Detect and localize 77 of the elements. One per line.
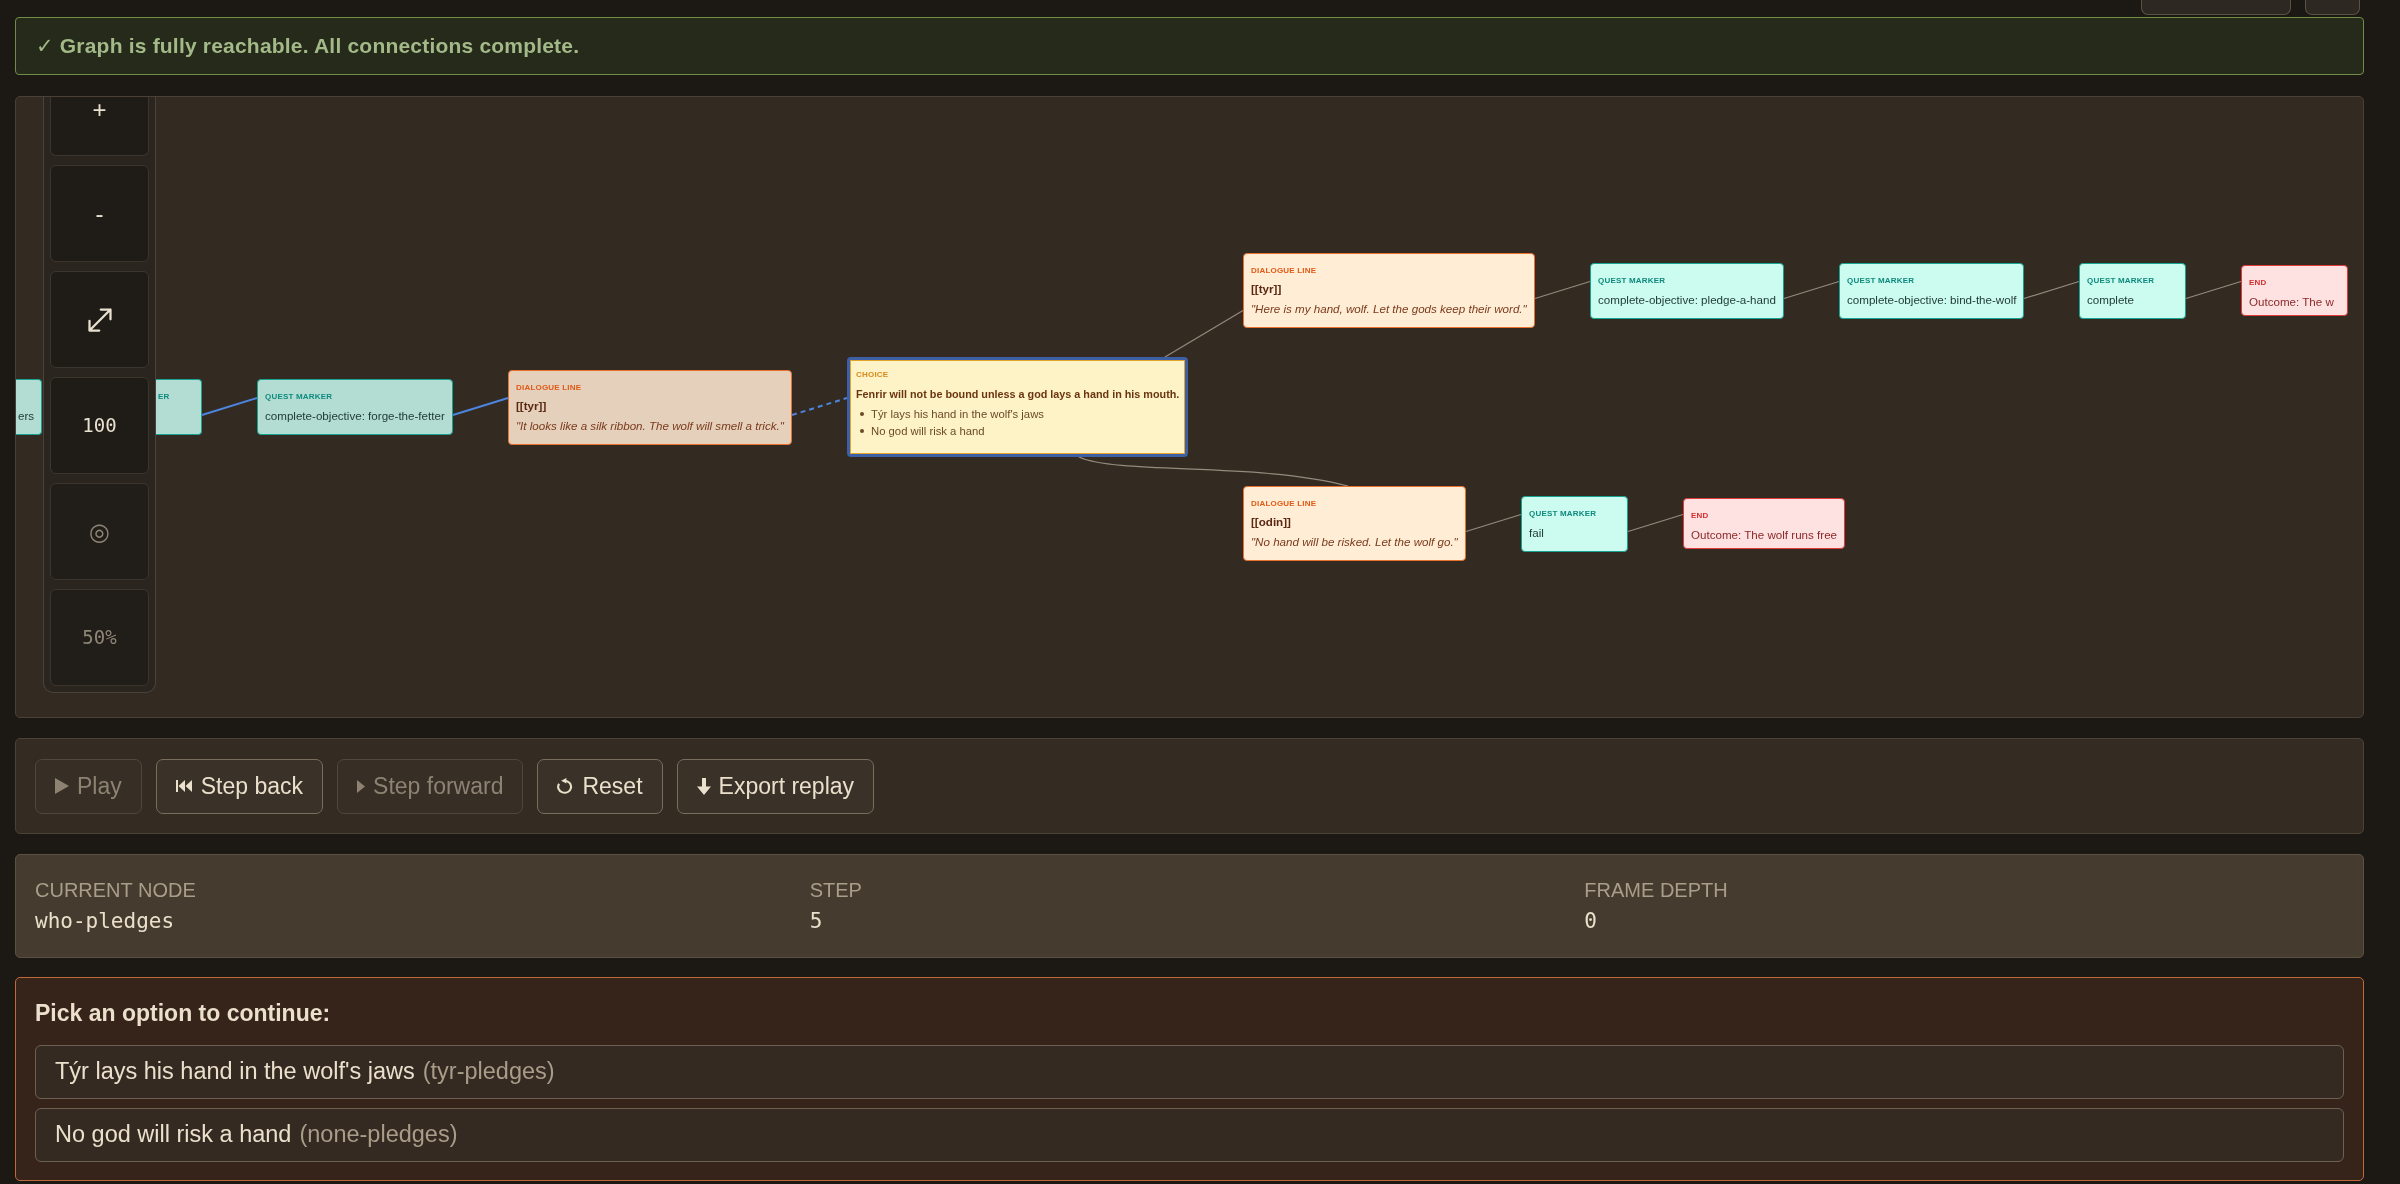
- option-button[interactable]: Týr lays his hand in the wolf's jaws (tyr-pledges): [35, 1045, 2344, 1099]
- speaker-label: [[tyr]]: [516, 397, 548, 414]
- toolbar-button[interactable]: [2141, 0, 2291, 15]
- node-type-label: DIALOGUE LINE: [516, 381, 583, 394]
- connector-line: [1627, 513, 1684, 533]
- quest-marker-node[interactable]: ers: [16, 379, 43, 435]
- connector-line: [1783, 280, 1840, 300]
- quest-marker-node[interactable]: QUEST MARKER complete-objective: forge-the-fetter: [257, 379, 453, 435]
- canvas-control-button[interactable]: +: [50, 97, 149, 156]
- option-button[interactable]: No god will risk a hand (none-pledges): [35, 1108, 2344, 1162]
- node-text: complete-objective: pledge-a-hand: [1598, 291, 1776, 308]
- fit-view-button[interactable]: [50, 271, 149, 368]
- node-text: complete-objective: forge-the-fetter: [265, 408, 445, 424]
- step-back-button[interactable]: Step back: [155, 758, 324, 814]
- canvas-control-button[interactable]: -: [50, 165, 149, 262]
- zoom-readout-button[interactable]: 100: [50, 377, 149, 474]
- end-node[interactable]: END Outcome: The wolf runs free: [1683, 498, 1846, 549]
- node-type-label: ER: [158, 391, 171, 403]
- circular-arrow-icon: [557, 777, 575, 795]
- speaker-label: [[odin]]: [1251, 514, 1292, 530]
- bullet-icon: [860, 428, 864, 433]
- choice-option-text: Týr lays his hand in the wolf's jaws: [871, 407, 1044, 423]
- dialogue-text: "No hand will be risked. Let the wolf go.": [1251, 534, 1458, 550]
- node-text: Outcome: The wolf runs free: [1691, 527, 1838, 543]
- field-label: FRAME DEPTH: [1584, 878, 1729, 903]
- speaker-label: [[tyr]]: [1251, 281, 1283, 297]
- node-text: Outcome: The w: [2249, 294, 2335, 310]
- prompt-title: Pick an option to continue:: [35, 999, 332, 1027]
- dialogue-node[interactable]: DIALOGUE LINE [[tyr]] "Here is my hand, wolf. Let the gods keep their word.": [1243, 253, 1535, 328]
- field-label: CURRENT NODE: [35, 878, 197, 903]
- connector-line: [791, 397, 848, 416]
- field-value: who-pledges: [35, 908, 176, 935]
- node-type-label: CHOICE: [856, 369, 890, 381]
- node-text: complete: [2087, 291, 2136, 308]
- quest-marker-node[interactable]: QUEST MARKER complete-objective: bind-the-wolf: [1839, 262, 2025, 319]
- node-type-label: END: [2249, 277, 2268, 289]
- choice-option-text: No god will risk a hand: [871, 423, 985, 439]
- connector-line: [452, 397, 509, 416]
- skip-back-icon: [175, 779, 193, 793]
- field-value: 0: [1584, 908, 1598, 935]
- play-icon: [357, 779, 366, 793]
- choice-node[interactable]: CHOICE Fenrir will not be bound unless a god lays a hand in his mouth. Týr lays his hand in the wolf's jaws No god will risk a hand: [847, 357, 1189, 457]
- success-banner: ✓ Graph is fully reachable. All connections complete.: [15, 17, 2364, 75]
- quest-marker-node[interactable]: QUEST MARKER complete: [2079, 262, 2186, 319]
- node-type-label: QUEST MARKER: [2087, 274, 2156, 287]
- dialogue-text: "It looks like a silk ribbon. The wolf will smell a trick.": [516, 417, 784, 434]
- quest-marker-node[interactable]: QUEST MARKER fail: [1521, 495, 1628, 552]
- choice-question-text: Fenrir will not be bound unless a god lays a hand in his mouth.: [856, 387, 1180, 402]
- toolbar-button[interactable]: [2305, 0, 2360, 15]
- export-button[interactable]: Export replay: [676, 758, 875, 814]
- dialogue-node[interactable]: DIALOGUE LINE [[tyr]] "It looks like a silk ribbon. The wolf will smell a trick.": [508, 369, 792, 445]
- field-label: STEP: [809, 878, 863, 903]
- connector-line: [2185, 280, 2242, 300]
- node-type-label: END: [1691, 510, 1710, 522]
- node-text: ers: [18, 408, 35, 424]
- connector-line: [2023, 280, 2080, 300]
- node-type-label: DIALOGUE LINE: [1251, 265, 1318, 277]
- connector-line: [1534, 280, 1591, 300]
- node-type-label: QUEST MARKER: [265, 391, 334, 403]
- node-type-label: QUEST MARKER: [1598, 274, 1667, 287]
- node-type-label: QUEST MARKER: [1847, 274, 1916, 287]
- end-node[interactable]: END Outcome: The w: [2241, 265, 2348, 316]
- dialogue-text: "Here is my hand, wolf. Let the gods keep their word.": [1251, 301, 1527, 317]
- node-text: complete-objective: bind-the-wolf: [1847, 291, 2017, 308]
- connector-line: [1465, 513, 1522, 533]
- node-type-label: QUEST MARKER: [1529, 507, 1598, 520]
- down-arrow-icon: [696, 777, 711, 795]
- reset-button[interactable]: Reset: [537, 758, 663, 814]
- connector-line: [201, 397, 258, 416]
- expand-icon: [87, 307, 112, 332]
- quest-marker-node[interactable]: QUEST MARKER complete-objective: pledge-a-hand: [1590, 262, 1784, 319]
- dialogue-node[interactable]: DIALOGUE LINE [[odin]] "No hand will be risked. Let the wolf go.": [1243, 486, 1466, 561]
- node-type-label: DIALOGUE LINE: [1251, 498, 1318, 510]
- field-value: 5: [809, 908, 824, 935]
- play-icon: [55, 778, 69, 794]
- node-text: fail: [1529, 524, 1545, 541]
- bullet-icon: [860, 412, 864, 417]
